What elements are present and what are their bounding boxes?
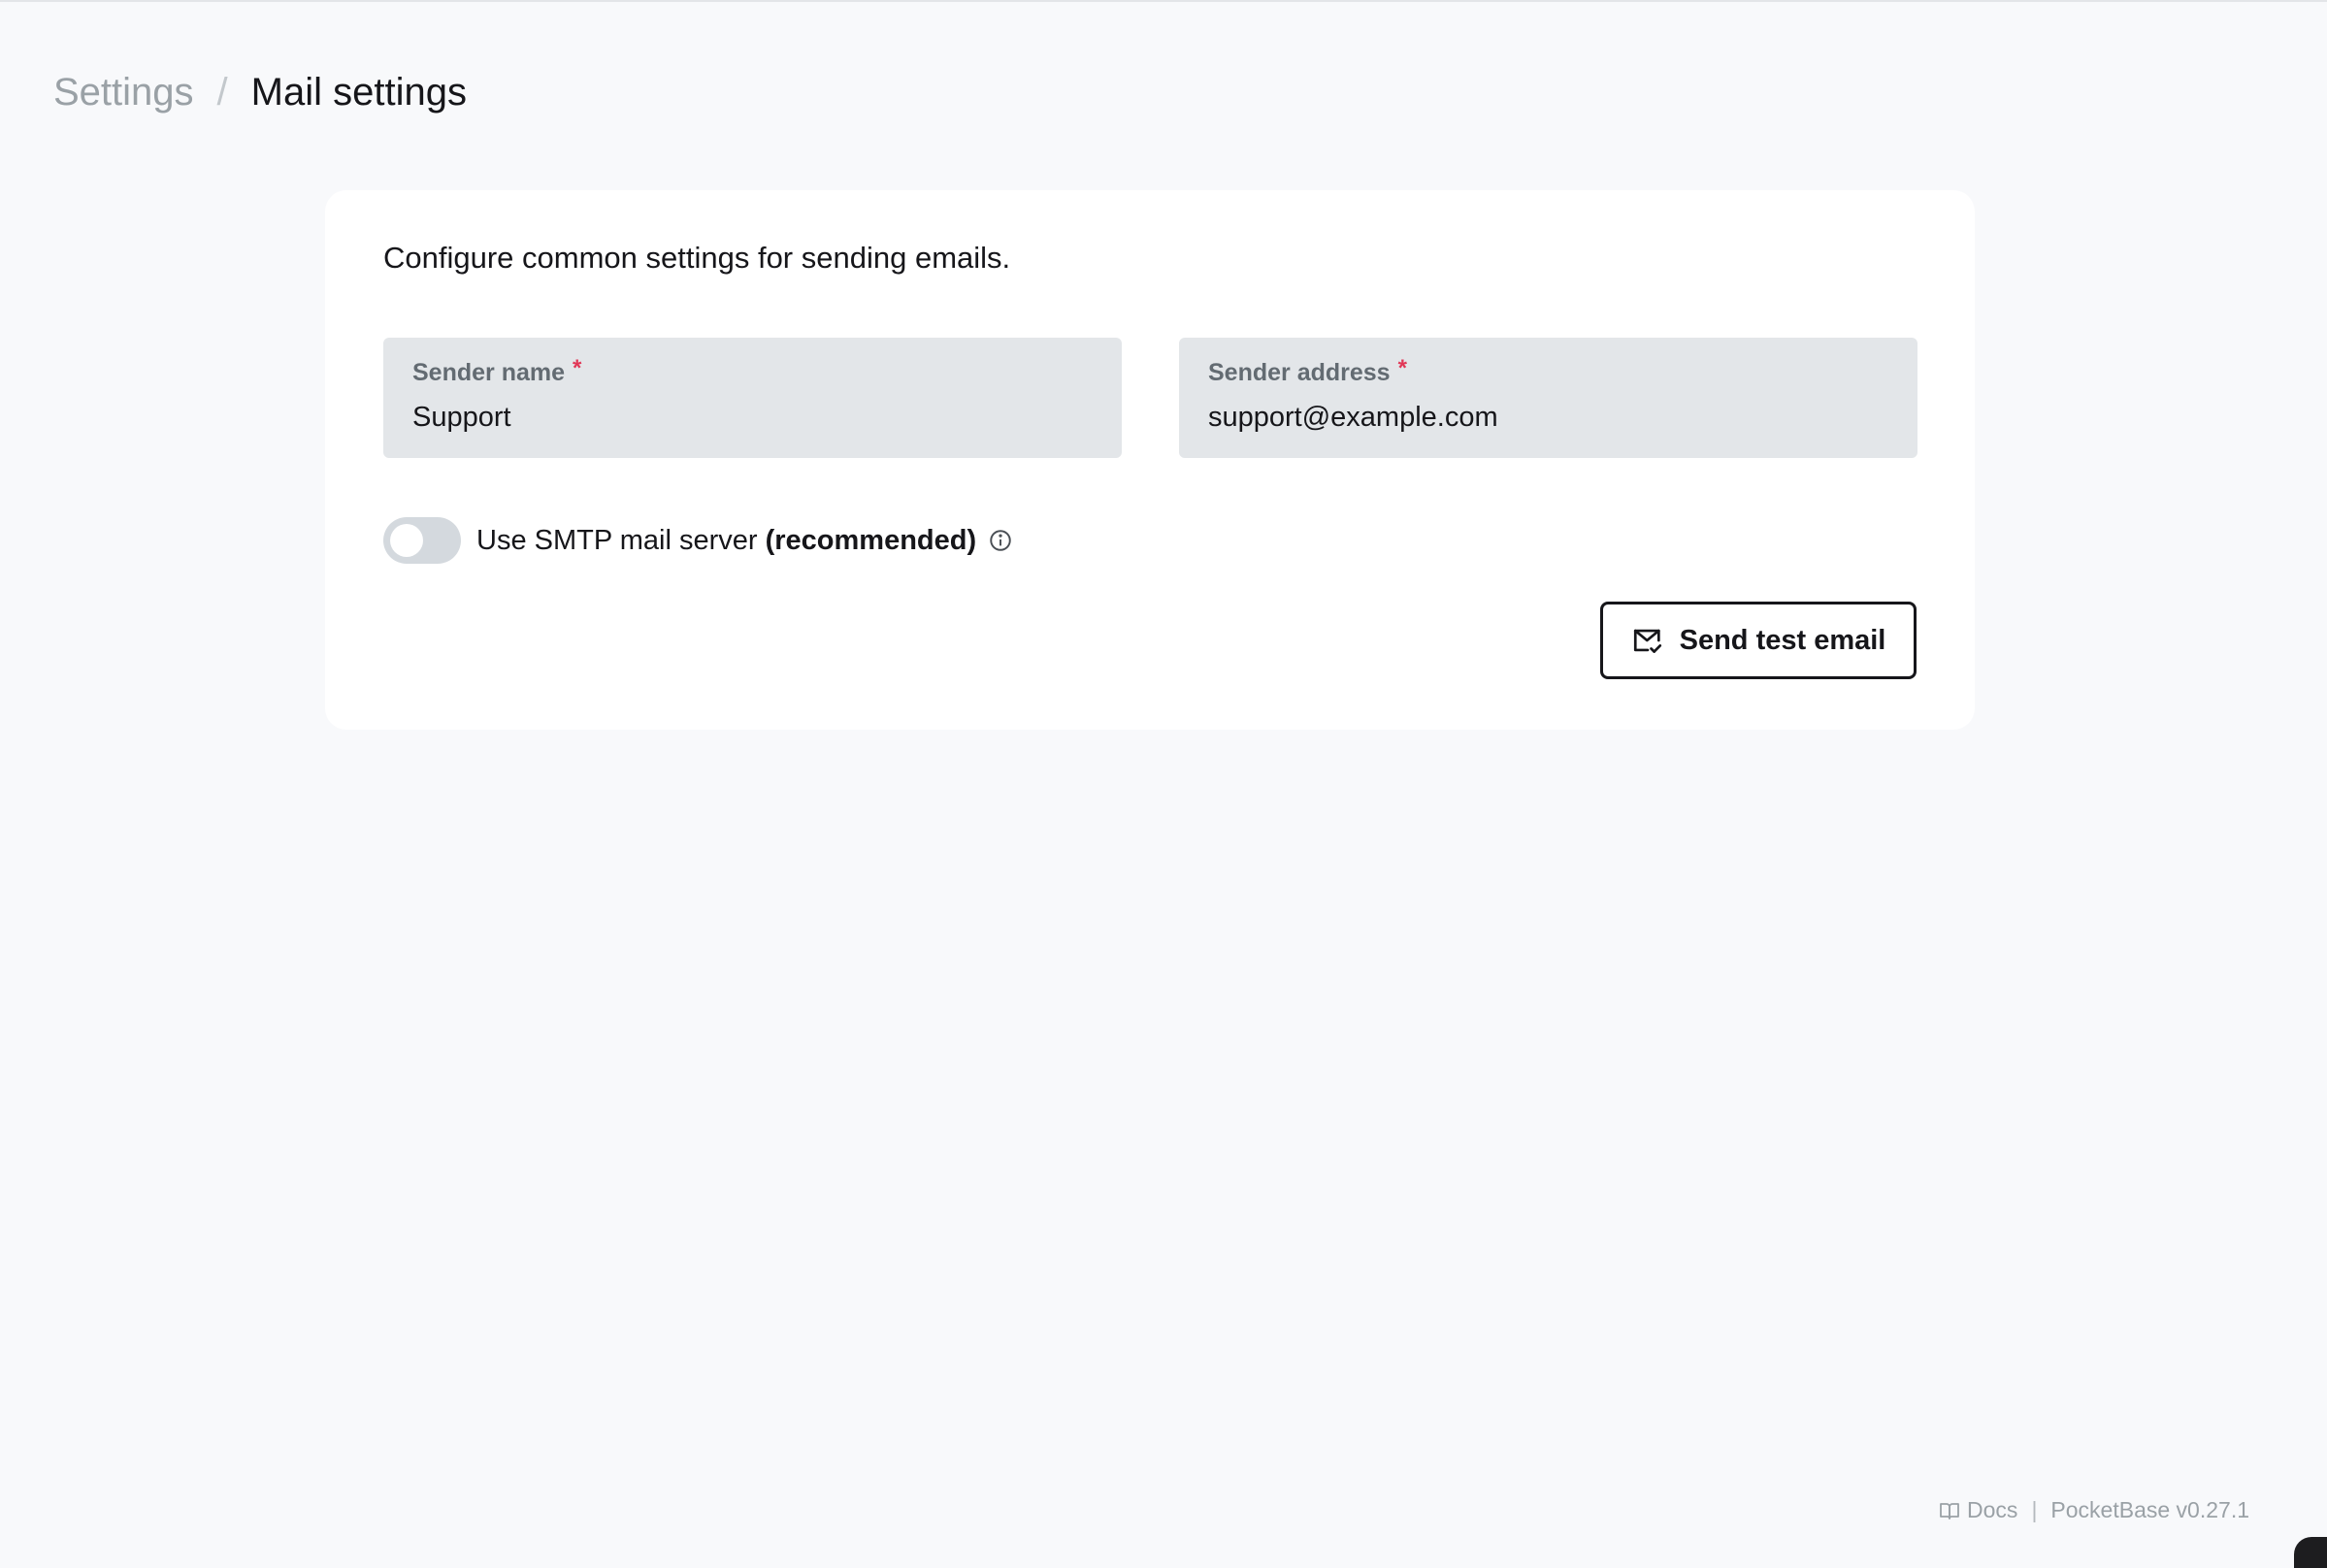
corner-widget[interactable] <box>2294 1537 2327 1568</box>
info-icon[interactable] <box>988 528 1013 553</box>
mail-check-icon <box>1631 624 1664 657</box>
breadcrumb-settings[interactable]: Settings <box>53 66 194 118</box>
send-test-email-button[interactable]: Send test email <box>1600 602 1917 679</box>
footer-separator: | <box>2031 1497 2038 1522</box>
version-text: PocketBase v0.27.1 <box>2050 1497 2249 1522</box>
required-mark: * <box>1397 355 1407 381</box>
docs-label: Docs <box>1967 1497 2018 1522</box>
smtp-toggle-row: Use SMTP mail server (recommended) <box>383 516 1013 565</box>
sender-address-input[interactable] <box>1208 400 1888 435</box>
mail-settings-card: Configure common settings for sending em… <box>325 190 1975 730</box>
required-mark: * <box>573 355 582 381</box>
breadcrumb-separator: / <box>216 71 228 114</box>
sender-name-label-text: Sender name <box>412 359 566 386</box>
sender-address-label: Sender address * <box>1208 357 1888 388</box>
page-title: Mail settings <box>250 71 467 114</box>
smtp-toggle-label[interactable]: Use SMTP mail server (recommended) <box>476 525 976 557</box>
sender-address-field[interactable]: Sender address * <box>1179 338 1917 458</box>
toggle-knob <box>390 524 423 557</box>
smtp-label-text: Use SMTP mail server <box>476 524 758 556</box>
smtp-toggle[interactable] <box>383 517 461 564</box>
docs-link[interactable]: Docs <box>1938 1497 2017 1523</box>
card-description: Configure common settings for sending em… <box>383 241 1011 275</box>
sender-name-input[interactable] <box>412 400 1093 435</box>
smtp-label-emphasis: (recommended) <box>765 524 977 556</box>
book-icon <box>1938 1499 1961 1522</box>
send-test-email-label: Send test email <box>1679 624 1886 656</box>
sender-name-field[interactable]: Sender name * <box>383 338 1122 458</box>
breadcrumb: Settings / Mail settings <box>53 66 467 118</box>
sender-name-label: Sender name * <box>412 357 1093 388</box>
sender-address-label-text: Sender address <box>1208 359 1391 386</box>
footer: Docs | PocketBase v0.27.1 <box>1938 1497 2249 1523</box>
